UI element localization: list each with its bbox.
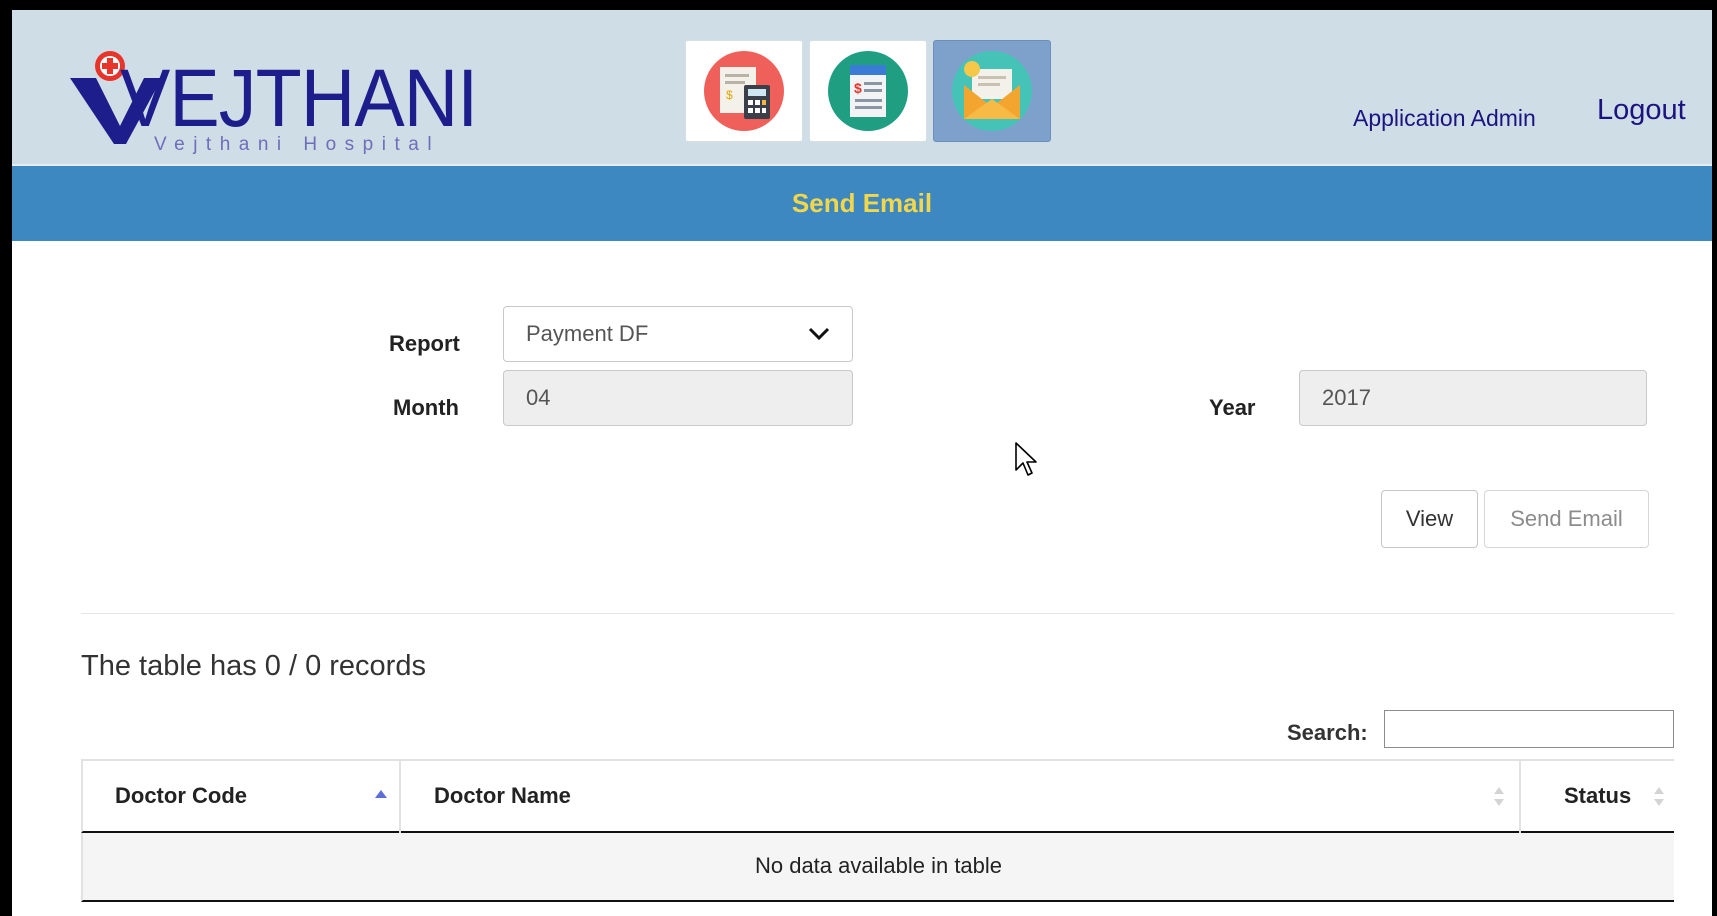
svg-text:$: $: [854, 80, 862, 96]
logo-wordmark: VEJTHANI: [120, 53, 478, 144]
divider: [81, 613, 1674, 614]
email-icon: [952, 51, 1032, 131]
column-header-doctor-code[interactable]: Doctor Code: [83, 761, 401, 833]
app-window: VEJTHANI Vejthani Hospital $ $ Applicati…: [12, 10, 1712, 916]
month-value: 04: [526, 385, 551, 410]
year-label: Year: [1209, 395, 1256, 420]
report-select-value: Payment DF: [526, 321, 649, 346]
report-app-button[interactable]: $: [685, 40, 803, 142]
send-email-button[interactable]: Send Email: [1484, 490, 1649, 548]
page-title: Send Email: [791, 188, 933, 218]
table-header: Doctor Code Doctor Name Status: [81, 759, 1674, 833]
invoice-app-button[interactable]: $: [809, 40, 927, 142]
page-title-bar: Send Email: [12, 166, 1712, 241]
chevron-down-icon: [808, 327, 830, 341]
sort-both-icon: [1494, 787, 1504, 806]
column-label: Status: [1564, 783, 1632, 808]
column-header-doctor-name[interactable]: Doctor Name: [401, 761, 1521, 833]
hospital-logo[interactable]: VEJTHANI Vejthani Hospital: [62, 38, 478, 158]
search-input[interactable]: [1384, 710, 1674, 748]
logo-subtext: Vejthani Hospital: [154, 134, 441, 155]
empty-table-row: No data available in table: [81, 833, 1674, 902]
column-label: Doctor Name: [434, 783, 571, 808]
application-admin-link[interactable]: Application Admin: [1353, 105, 1536, 132]
email-app-button[interactable]: [933, 40, 1051, 142]
sort-ascending-icon: [375, 790, 387, 798]
month-field[interactable]: 04: [503, 370, 853, 426]
report-select[interactable]: Payment DF: [503, 306, 853, 362]
svg-text:$: $: [726, 88, 733, 102]
record-count-text: The table has 0 / 0 records: [81, 650, 426, 682]
year-field[interactable]: 2017: [1299, 370, 1647, 426]
logout-link[interactable]: Logout: [1597, 94, 1686, 127]
sort-both-icon: [1654, 787, 1664, 806]
column-header-status[interactable]: Status: [1521, 761, 1676, 833]
month-label: Month: [393, 395, 459, 420]
column-label: Doctor Code: [115, 783, 247, 808]
doctor-table: Doctor Code Doctor Name Status No data a…: [81, 759, 1674, 902]
invoice-icon: $: [828, 51, 908, 131]
report-calculator-icon: $: [704, 51, 784, 131]
header: VEJTHANI Vejthani Hospital $ $ Applicati…: [12, 10, 1712, 166]
report-label: Report: [389, 331, 460, 356]
year-value: 2017: [1322, 385, 1371, 410]
mouse-cursor-icon: [1015, 442, 1037, 476]
search-label: Search:: [1287, 720, 1368, 745]
view-button[interactable]: View: [1381, 490, 1478, 548]
